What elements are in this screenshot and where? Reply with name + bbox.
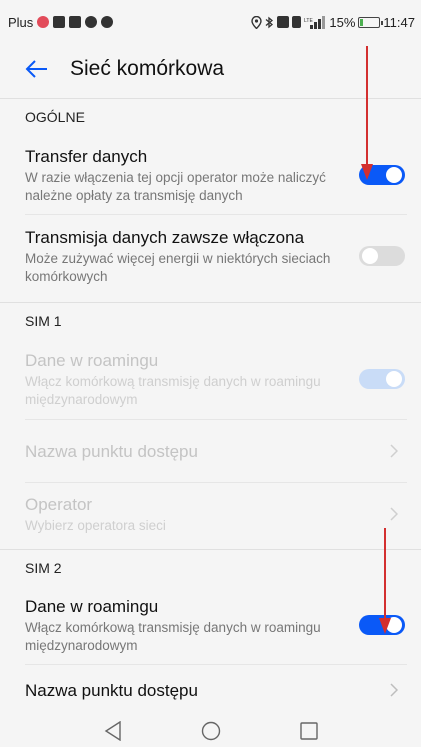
- row-sim2-apn[interactable]: Nazwa punktu dostępu: [0, 665, 421, 715]
- status-bar: Plus LTE 15% 11:47: [0, 0, 421, 44]
- row-subtitle: Włącz komórkową transmisję danych w roam…: [25, 619, 321, 653]
- svg-text:LTE: LTE: [304, 18, 313, 24]
- row-subtitle: W razie włączenia tej opcji operator moż…: [25, 169, 326, 203]
- notification-icon: [37, 16, 50, 28]
- row-data-transfer[interactable]: Transfer danych W razie włączenia tej op…: [0, 136, 421, 214]
- battery-percent: 15%: [329, 14, 356, 30]
- section-header-sim1: SIM 1: [0, 302, 421, 338]
- row-subtitle: Może zużywać więcej energii w niektórych…: [25, 250, 331, 284]
- chevron-right-icon: [387, 441, 401, 461]
- vibrate-icon: [292, 16, 302, 28]
- row-title: Nazwa punktu dostępu: [25, 680, 198, 700]
- chevron-right-icon: [387, 504, 401, 524]
- row-title: Dane w roamingu: [25, 596, 159, 616]
- row-title: Transmisja danych zawsze włączona: [25, 227, 305, 247]
- row-sim1-operator: Operator Wybierz operatora sieci: [0, 483, 421, 545]
- nav-back-icon[interactable]: [102, 720, 124, 742]
- status-bar-right: LTE 15% 11:47: [251, 15, 415, 30]
- location-icon: [251, 15, 263, 29]
- nfc-icon: [277, 16, 290, 28]
- row-subtitle: Włącz komórkową transmisję danych w roam…: [25, 373, 321, 407]
- row-title: Nazwa punktu dostępu: [25, 441, 198, 461]
- row-sim2-roaming[interactable]: Dane w roamingu Włącz komórkową transmis…: [0, 586, 421, 664]
- carrier-label: Plus: [8, 14, 34, 30]
- clock: 11:47: [383, 14, 415, 30]
- chat-icon: [85, 16, 98, 28]
- row-always-on-data[interactable]: Transmisja danych zawsze włączona Może z…: [0, 215, 421, 297]
- gallery-icon: [69, 16, 82, 28]
- app-bar: Sieć komórkowa: [0, 44, 421, 94]
- section-header-sim2: SIM 2: [0, 549, 421, 585]
- status-bar-left: Plus: [8, 14, 114, 30]
- row-title: Dane w roamingu: [25, 350, 159, 370]
- arrow-left-icon[interactable]: [22, 54, 52, 84]
- page-title: Sieć komórkowa: [70, 57, 225, 80]
- nav-home-icon[interactable]: [200, 720, 222, 742]
- annotation-arrow-top: [361, 46, 373, 180]
- bluetooth-icon: [265, 16, 274, 28]
- row-subtitle: Wybierz operatora sieci: [25, 517, 166, 533]
- maps-icon: [101, 16, 114, 28]
- row-sim1-roaming: Dane w roamingu Włącz komórkową transmis…: [0, 340, 421, 418]
- chevron-right-icon[interactable]: [387, 680, 401, 700]
- row-title: Transfer danych: [25, 146, 148, 166]
- always-on-data-toggle[interactable]: [359, 246, 405, 266]
- signal-icon: LTE: [304, 15, 326, 29]
- section-header-general: OGÓLNE: [0, 98, 421, 134]
- row-sim1-apn: Nazwa punktu dostępu: [0, 420, 421, 482]
- navigation-bar: [0, 715, 421, 747]
- row-title: Operator: [25, 494, 93, 514]
- sim-notification-icon: [53, 16, 66, 28]
- sim1-roaming-toggle: [359, 369, 405, 389]
- annotation-arrow-bottom: [379, 528, 391, 634]
- nav-recents-icon[interactable]: [298, 720, 320, 742]
- battery-icon: [358, 16, 384, 28]
